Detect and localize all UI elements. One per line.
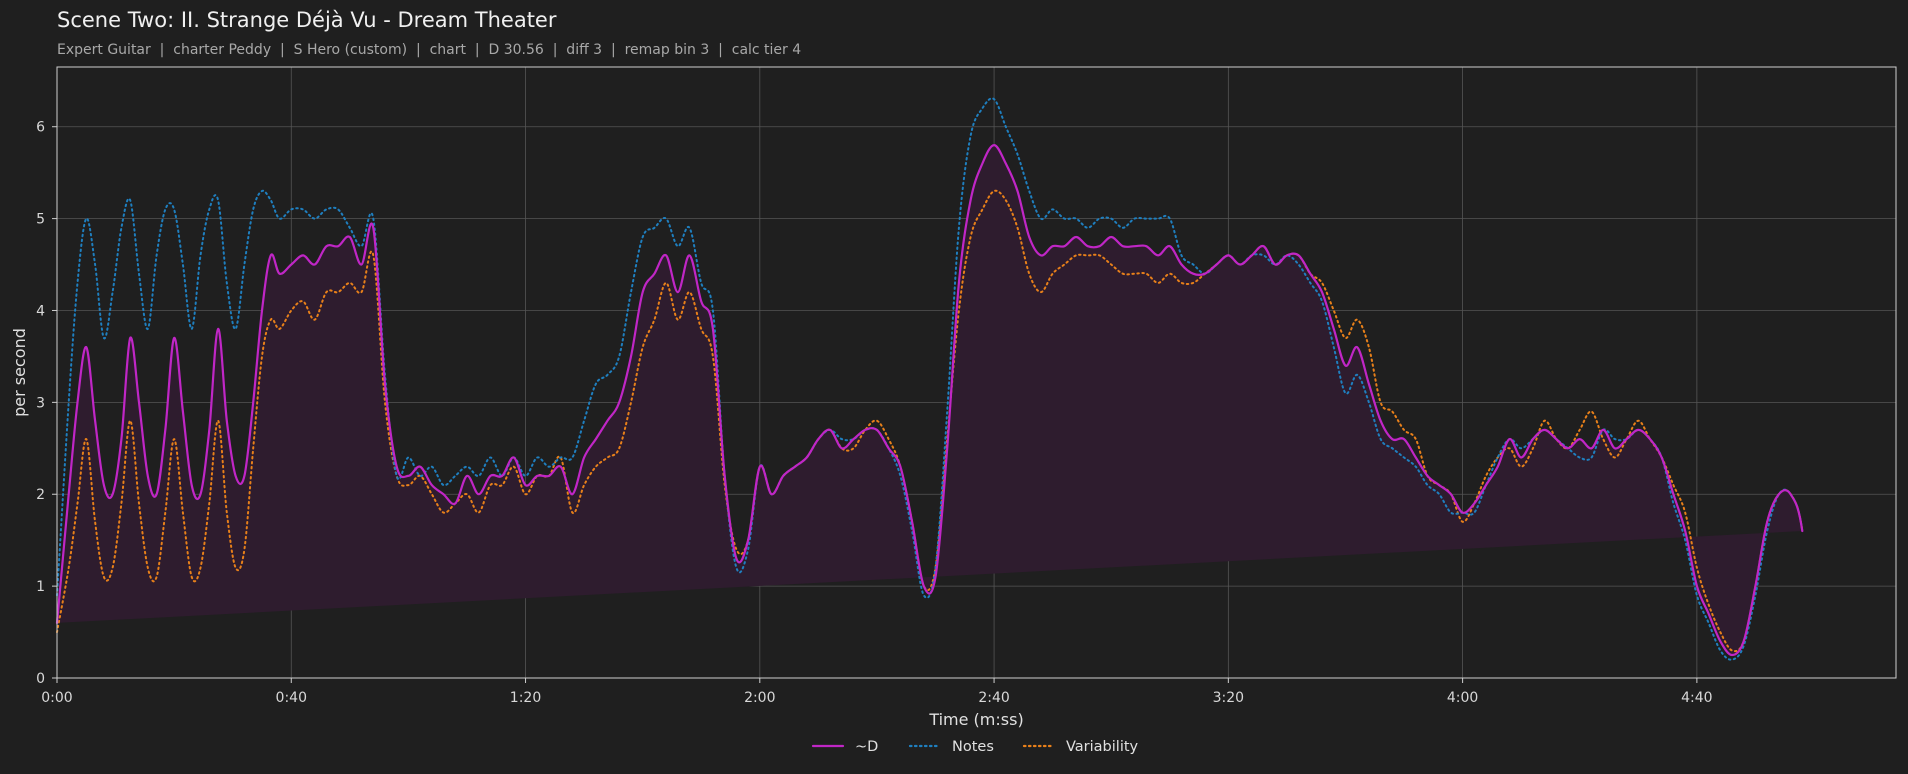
chart-canvas: 0:00 0:40 1:20 2:00 2:40 3:20 4:00 4:400123456 … <box>10 66 1897 755</box>
x-tick-label: 1:20 <box>510 690 541 706</box>
area-fill <box>57 145 1803 655</box>
x-axis-label: Time (m:ss) <box>928 710 1023 729</box>
x-tick-label: 0:00 <box>41 690 72 706</box>
y-tick-label: 1 <box>36 579 45 595</box>
legend-label: Notes <box>952 739 994 755</box>
x-tick-label: 0:40 <box>276 690 307 706</box>
y-tick-label: 0 <box>36 671 45 687</box>
y-tick-label: 2 <box>36 487 45 503</box>
legend-label: Variability <box>1066 739 1139 755</box>
d-area-fill <box>57 145 1803 655</box>
y-tick-label: 6 <box>36 120 45 136</box>
x-tick-label: 4:40 <box>1681 690 1712 706</box>
y-tick-label: 4 <box>36 303 45 319</box>
legend-label: ~D <box>855 739 878 755</box>
x-tick-label: 4:00 <box>1447 690 1478 706</box>
x-tick-label: 3:20 <box>1213 690 1244 706</box>
legend: ~D Notes Variability <box>811 739 1139 755</box>
y-axis-label: per second <box>10 328 29 417</box>
x-tick-label: 2:00 <box>744 690 775 706</box>
y-tick-label: 3 <box>36 395 45 411</box>
y-tick-label: 5 <box>36 212 45 228</box>
x-tick-label: 2:40 <box>978 690 1009 706</box>
